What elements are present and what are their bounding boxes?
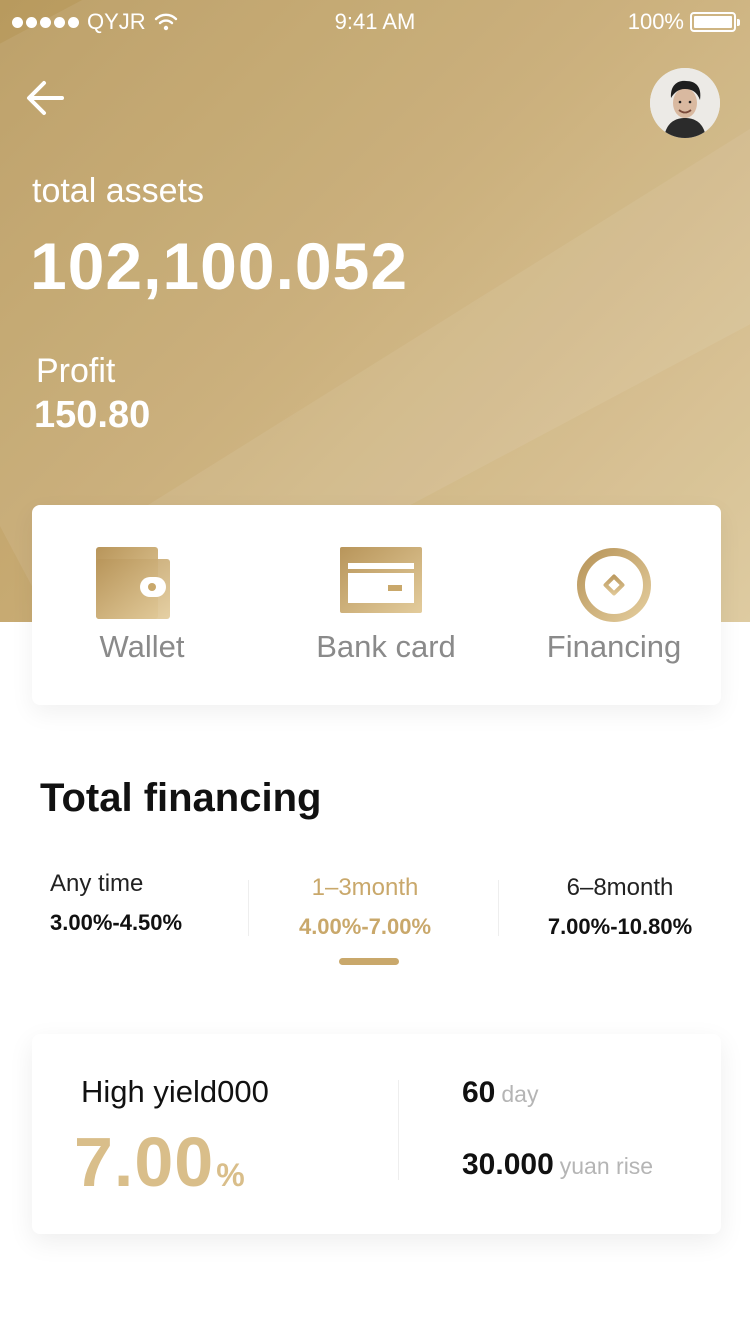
tab-name: 6–8month	[566, 874, 674, 901]
wallet-label: Wallet	[99, 629, 185, 664]
product-rate: 7.00%	[74, 1122, 246, 1202]
product-term: 60 day	[462, 1076, 538, 1110]
minimum-unit: yuan rise	[559, 1153, 654, 1179]
total-assets-label: total assets	[32, 172, 204, 210]
bank-card-button[interactable]: Bank card	[276, 505, 496, 705]
product-name: High yield000	[81, 1074, 269, 1109]
total-assets-value: 102,100.052	[30, 229, 409, 303]
status-bar: QYJR 9:41 AM 100%	[0, 0, 750, 42]
term-value: 60	[462, 1076, 496, 1109]
battery-icon	[690, 12, 740, 32]
tab-any-time[interactable]: Any time 3.00%-4.50%	[50, 870, 182, 950]
financing-tabs: Any time 3.00%-4.50% 1–3month 4.00%-7.00…	[0, 870, 750, 970]
profit-label: Profit	[36, 352, 116, 390]
product-minimum: 30.000 yuan rise	[462, 1148, 653, 1182]
tab-divider	[248, 880, 249, 936]
financing-icon	[577, 548, 651, 622]
product-divider	[398, 1080, 399, 1180]
tab-rate: 4.00%-7.00%	[298, 914, 432, 939]
product-card[interactable]: High yield000 7.00% 60 day 30.000 yuan ris…	[32, 1034, 721, 1234]
tab-name: Any time	[50, 870, 144, 897]
financing-label: Financing	[546, 629, 682, 664]
bank-card-icon	[340, 547, 422, 613]
avatar[interactable]	[650, 68, 720, 138]
tab-rate: 3.00%-4.50%	[50, 910, 183, 935]
financing-button[interactable]: Financing	[504, 505, 724, 705]
minimum-value: 30.000	[462, 1148, 554, 1181]
term-unit: day	[501, 1081, 539, 1107]
section-title: Total financing	[40, 776, 322, 820]
tab-6-8month[interactable]: 6–8month 7.00%-10.80%	[530, 874, 710, 954]
product-rate-unit: %	[216, 1157, 246, 1193]
bank-card-label: Bank card	[316, 629, 456, 664]
quick-actions-card: Wallet Bank card Financing	[32, 505, 721, 705]
product-rate-value: 7.00	[74, 1123, 215, 1201]
back-button[interactable]	[24, 78, 70, 118]
battery-percent: 100%	[627, 9, 684, 34]
arrow-left-icon	[27, 81, 64, 115]
tab-1-3month[interactable]: 1–3month 4.00%-7.00%	[280, 874, 450, 954]
profit-value: 150.80	[34, 394, 151, 436]
tab-divider	[498, 880, 499, 936]
tab-name: 1–3month	[311, 874, 419, 901]
user-avatar-icon	[650, 68, 720, 138]
wallet-button[interactable]: Wallet	[32, 505, 252, 705]
tab-rate: 7.00%-10.80%	[547, 914, 693, 939]
status-right: 100%	[627, 9, 740, 35]
wallet-icon	[96, 547, 170, 619]
active-tab-indicator	[339, 958, 399, 965]
